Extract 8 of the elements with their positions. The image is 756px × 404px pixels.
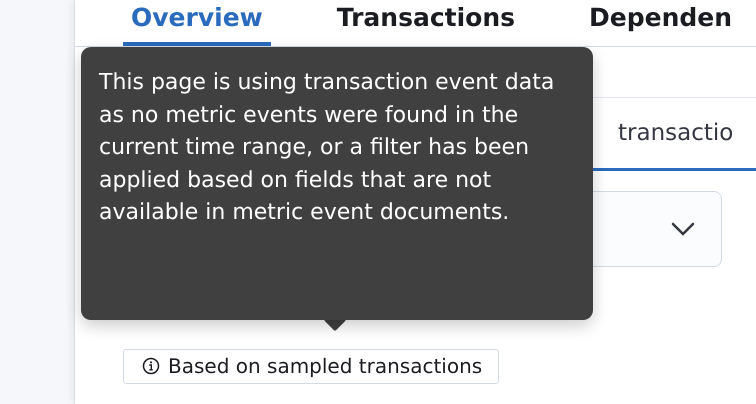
info-icon bbox=[142, 357, 160, 375]
sampled-badge[interactable]: Based on sampled transactions bbox=[123, 349, 500, 384]
tooltip: This page is using transaction event data as no metric events were found in the current time range, or a filter has been applied based on fields that are not available in metric event documents. bbox=[81, 47, 593, 320]
tab[interactable]: Dependen bbox=[581, 3, 740, 46]
search-field[interactable]: transactio bbox=[592, 97, 756, 171]
badge-label: Based on sampled transactions bbox=[168, 354, 482, 378]
chevron-icon bbox=[671, 222, 695, 236]
tab[interactable]: Transactions bbox=[328, 3, 524, 46]
